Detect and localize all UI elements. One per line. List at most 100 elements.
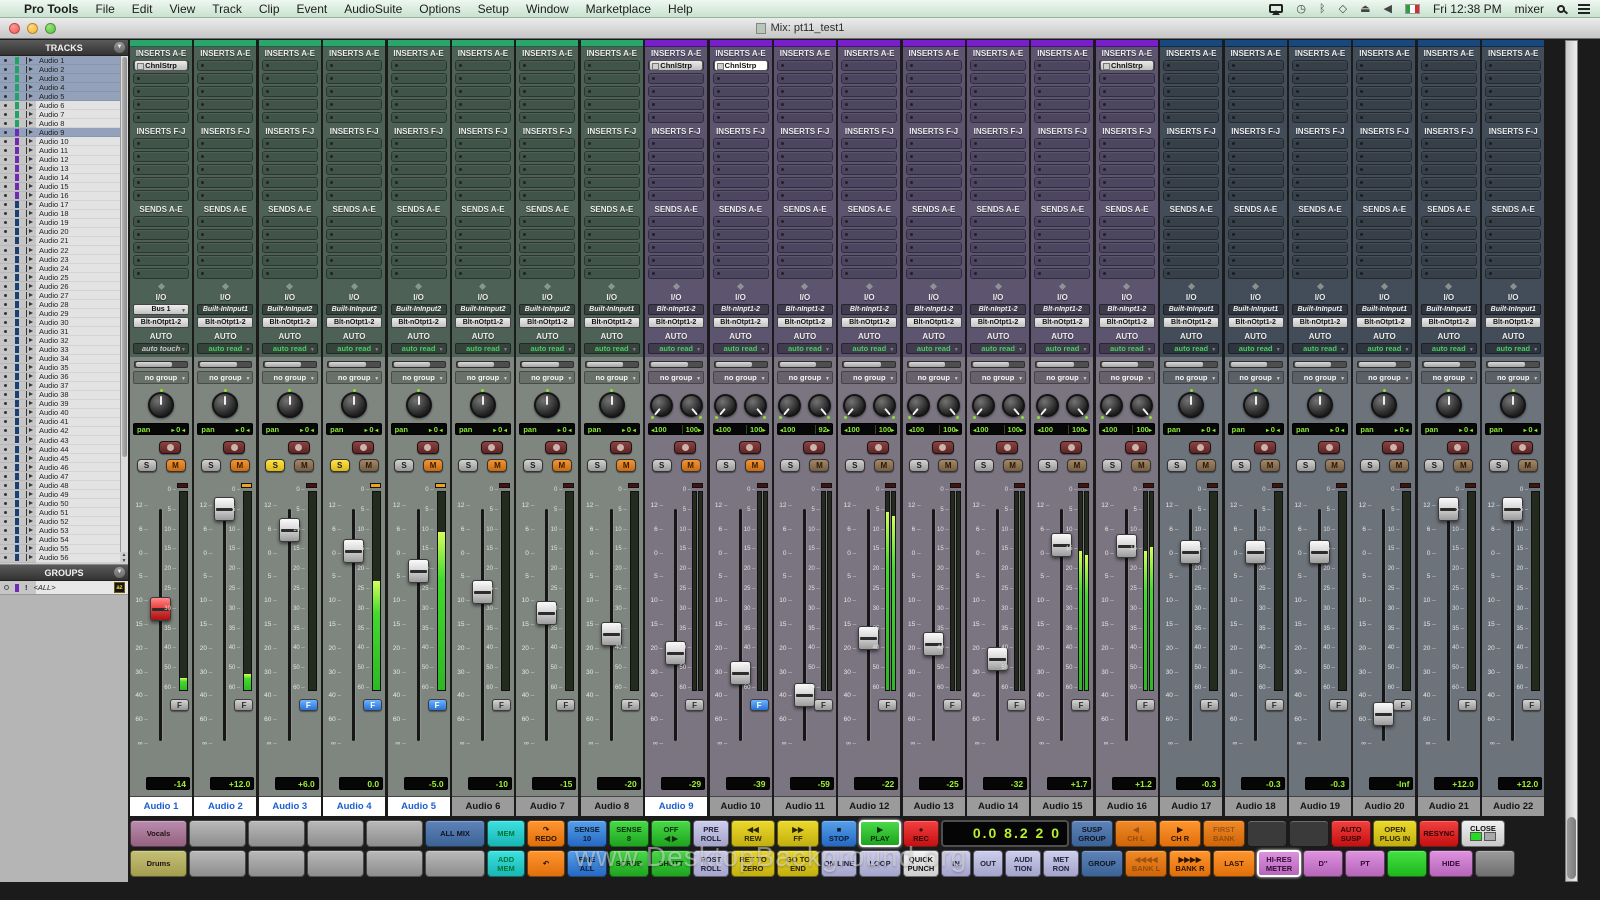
menu-item[interactable]: Setup bbox=[478, 2, 509, 16]
transport-button[interactable]: ↶ bbox=[527, 850, 565, 877]
tracks-scrollbar[interactable] bbox=[120, 56, 128, 564]
insert-slot-j[interactable] bbox=[970, 190, 1026, 201]
insert-slot-c[interactable] bbox=[391, 86, 447, 97]
automation-mode-selector[interactable]: auto read▼ bbox=[648, 343, 704, 354]
send-slot-c[interactable] bbox=[1163, 242, 1219, 253]
volume-display[interactable]: 0.0 bbox=[339, 777, 383, 790]
bluetooth-icon[interactable]: ᛒ bbox=[1319, 2, 1326, 15]
mute-button[interactable]: M bbox=[359, 459, 379, 472]
solo-button[interactable]: S bbox=[1167, 459, 1187, 472]
track-name[interactable]: Audio 5 bbox=[388, 796, 450, 816]
insert-slot-g[interactable] bbox=[713, 151, 769, 162]
insert-slot-i[interactable] bbox=[1163, 177, 1219, 188]
track-show-dot-icon[interactable] bbox=[4, 249, 7, 252]
insert-slot-f[interactable] bbox=[584, 138, 640, 149]
airplay-icon[interactable] bbox=[1269, 4, 1283, 13]
track-show-dot-icon[interactable] bbox=[4, 457, 7, 460]
send-slot-c[interactable] bbox=[970, 242, 1026, 253]
clip-indicator[interactable] bbox=[692, 483, 703, 488]
group-selector[interactable]: no group▼ bbox=[1356, 371, 1412, 384]
insert-slot-e[interactable] bbox=[133, 112, 189, 123]
mute-button[interactable]: M bbox=[1389, 459, 1409, 472]
insert-slot-j[interactable] bbox=[1228, 190, 1284, 201]
clip-indicator[interactable] bbox=[563, 483, 574, 488]
transport-button[interactable]: ◀◀ REW bbox=[731, 820, 775, 847]
track-show-dot-icon[interactable] bbox=[4, 276, 7, 279]
track-name[interactable]: Audio 4 bbox=[323, 796, 385, 816]
solo-button[interactable]: S bbox=[1231, 459, 1251, 472]
group-selector[interactable]: no group▼ bbox=[326, 371, 382, 384]
send-slot-d[interactable] bbox=[777, 255, 833, 266]
transport-button[interactable]: HI-RES METER bbox=[1257, 850, 1301, 877]
insert-slot-h[interactable] bbox=[1228, 164, 1284, 175]
send-slot-e[interactable] bbox=[455, 268, 511, 279]
track-show-dot-icon[interactable] bbox=[4, 176, 7, 179]
solo-button[interactable]: S bbox=[201, 459, 221, 472]
input-language-flag-icon[interactable] bbox=[1405, 4, 1420, 14]
insert-slot-e[interactable] bbox=[1163, 112, 1219, 123]
insert-slot-h[interactable] bbox=[777, 164, 833, 175]
insert-slot-a[interactable] bbox=[1421, 60, 1477, 71]
insert-slot-a[interactable]: ChnlStrp bbox=[713, 60, 769, 71]
insert-slot-f[interactable] bbox=[906, 138, 962, 149]
send-slot-c[interactable] bbox=[1034, 242, 1090, 253]
group-mini-scrollbar[interactable] bbox=[842, 361, 896, 368]
insert-slot-d[interactable] bbox=[326, 99, 382, 110]
send-slot-c[interactable] bbox=[777, 242, 833, 253]
mute-button[interactable]: M bbox=[423, 459, 443, 472]
mute-button[interactable]: M bbox=[1003, 459, 1023, 472]
group-mini-scrollbar[interactable] bbox=[1422, 361, 1476, 368]
track-show-dot-icon[interactable] bbox=[4, 122, 7, 125]
pan-display-stereo[interactable]: 100 100 bbox=[970, 423, 1026, 435]
group-selector[interactable]: no group▼ bbox=[133, 371, 189, 384]
transport-button[interactable]: ▶ CH R bbox=[1159, 820, 1201, 847]
group-selector[interactable]: no group▼ bbox=[1421, 371, 1477, 384]
insert-slot-a[interactable] bbox=[1034, 60, 1090, 71]
group-selector[interactable]: no group▼ bbox=[1485, 371, 1541, 384]
track-name[interactable]: Audio 7 bbox=[516, 796, 578, 816]
pan-display[interactable]: pan 0 bbox=[391, 423, 447, 435]
insert-slot-h[interactable] bbox=[1163, 164, 1219, 175]
transport-button[interactable]: SENSE 10 bbox=[567, 820, 607, 847]
track-show-dot-icon[interactable] bbox=[4, 267, 7, 270]
send-slot-a[interactable] bbox=[777, 216, 833, 227]
track-show-dot-icon[interactable] bbox=[4, 158, 7, 161]
track-show-dot-icon[interactable] bbox=[4, 502, 7, 505]
menu-item[interactable]: View bbox=[169, 2, 195, 16]
track-show-dot-icon[interactable] bbox=[4, 185, 7, 188]
solo-button[interactable]: S bbox=[974, 459, 994, 472]
pan-knob-right[interactable] bbox=[680, 394, 703, 417]
insert-slot-f[interactable] bbox=[1485, 138, 1541, 149]
solo-button[interactable]: S bbox=[394, 459, 414, 472]
insert-slot-h[interactable] bbox=[455, 164, 511, 175]
group-selector[interactable]: no group▼ bbox=[584, 371, 640, 384]
transport-button[interactable]: LAST bbox=[1213, 850, 1255, 877]
insert-slot-f[interactable] bbox=[1099, 138, 1155, 149]
pan-knob-right[interactable] bbox=[1066, 394, 1089, 417]
pan-knob[interactable] bbox=[148, 392, 174, 418]
group-mini-scrollbar[interactable] bbox=[1229, 361, 1283, 368]
send-slot-a[interactable] bbox=[1421, 216, 1477, 227]
automation-mode-selector[interactable]: auto read▼ bbox=[841, 343, 897, 354]
automation-mode-selector[interactable]: auto read▼ bbox=[1356, 343, 1412, 354]
input-selector[interactable]: Built-InInput2▼ bbox=[455, 304, 511, 315]
insert-slot-f[interactable] bbox=[1163, 138, 1219, 149]
solo-button[interactable]: S bbox=[1102, 459, 1122, 472]
clip-indicator[interactable] bbox=[628, 483, 639, 488]
insert-slot-i[interactable] bbox=[1421, 177, 1477, 188]
clip-indicator[interactable] bbox=[306, 483, 317, 488]
blank-button[interactable] bbox=[307, 820, 364, 847]
insert-slot-b[interactable] bbox=[1356, 73, 1412, 84]
send-slot-b[interactable] bbox=[262, 229, 318, 240]
fader-group-button[interactable]: F bbox=[1007, 699, 1026, 711]
send-slot-e[interactable] bbox=[1099, 268, 1155, 279]
output-selector[interactable]: Blt-nOtpt1-2 bbox=[1034, 317, 1090, 328]
fader-group-button[interactable]: F bbox=[299, 699, 318, 711]
volume-display[interactable]: -15 bbox=[532, 777, 576, 790]
pan-display[interactable]: pan 0 bbox=[197, 423, 253, 435]
volume-display[interactable]: +6.0 bbox=[275, 777, 319, 790]
input-selector[interactable]: Blt-nInpt1-2▼ bbox=[648, 304, 704, 315]
fader-group-button[interactable]: F bbox=[1200, 699, 1219, 711]
send-slot-d[interactable] bbox=[970, 255, 1026, 266]
transport-button[interactable]: LOOP bbox=[859, 850, 901, 877]
